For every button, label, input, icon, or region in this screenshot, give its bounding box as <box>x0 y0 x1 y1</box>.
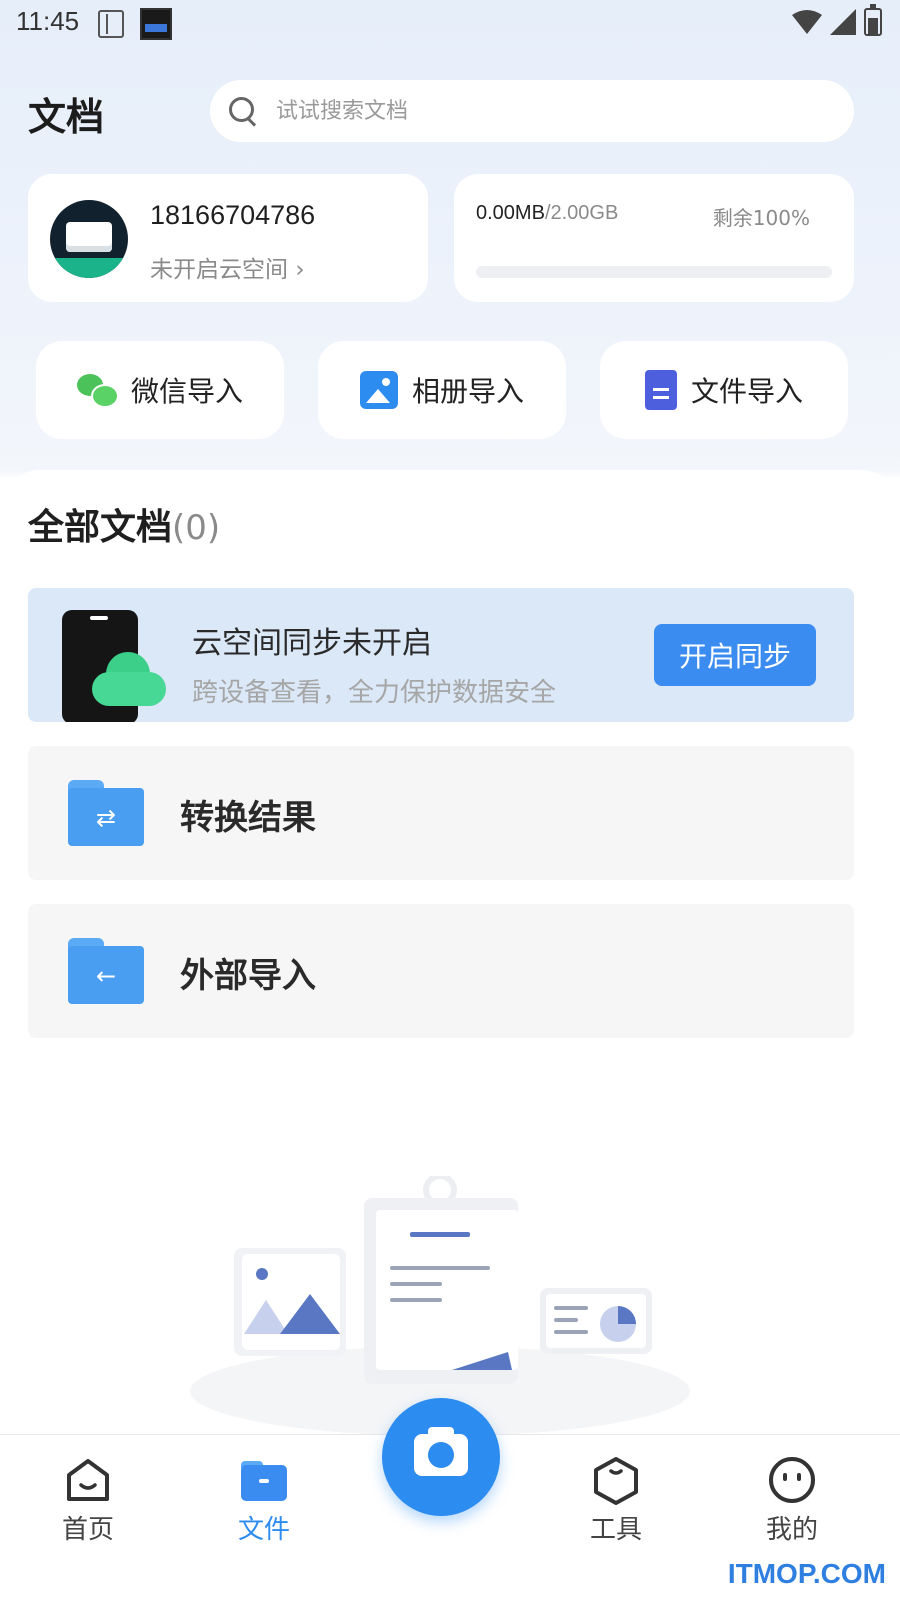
status-time: 11:45 <box>16 6 80 36</box>
import-label: 文件导入 <box>690 375 803 408</box>
home-icon <box>67 1459 109 1501</box>
sync-banner: 云空间同步未开启 跨设备查看，全力保护数据安全 开启同步 <box>28 588 854 722</box>
folder-label: 转换结果 <box>180 798 316 838</box>
cloud-space-link[interactable]: 未开启云空间 › <box>150 250 305 284</box>
search-bar[interactable] <box>210 80 854 142</box>
album-import-button[interactable]: 相册导入 <box>318 341 566 439</box>
tab-profile[interactable]: 我的 <box>732 1455 852 1546</box>
battery-icon <box>864 4 882 36</box>
storage-total: /2.00GB <box>544 202 619 224</box>
notebook-icon <box>98 10 124 38</box>
watermark: ITMOP.COM <box>727 1558 886 1589</box>
account-card[interactable]: 18166704786 未开启云空间 › <box>28 174 428 302</box>
avatar <box>50 200 128 278</box>
tab-home[interactable]: 首页 <box>28 1455 148 1546</box>
storage-remaining: 剩余100% <box>712 206 810 230</box>
app-notification-icon <box>140 8 172 40</box>
storage-progress-bar <box>476 266 832 278</box>
import-label: 微信导入 <box>130 375 243 408</box>
import-label: 相册导入 <box>411 375 524 408</box>
storage-used: 0.00MB <box>476 202 545 224</box>
chevron-right-icon: › <box>295 257 305 283</box>
cloud-status-text: 未开启云空间 <box>150 257 288 283</box>
folder-row-convert-results[interactable]: ⇄ 转换结果 <box>28 746 854 880</box>
wifi-icon <box>792 10 822 34</box>
file-icon <box>644 370 677 410</box>
album-icon <box>359 371 398 409</box>
swap-arrows-icon: ⇄ <box>95 804 117 832</box>
sync-subtitle: 跨设备查看，全力保护数据安全 <box>192 678 557 708</box>
documents-heading: 全部文档(0) <box>28 498 220 550</box>
enable-sync-button[interactable]: 开启同步 <box>654 624 816 686</box>
folder-label: 外部导入 <box>180 956 316 996</box>
wechat-import-button[interactable]: 微信导入 <box>36 341 284 439</box>
tab-label: 工具 <box>589 1515 642 1545</box>
signal-icon <box>830 9 856 35</box>
folder-row-external-import[interactable]: ← 外部导入 <box>28 904 854 1038</box>
page-title: 文档 <box>28 95 105 139</box>
tab-tools[interactable]: 工具 <box>556 1455 676 1546</box>
convert-folder-icon: ⇄ <box>68 780 144 846</box>
empty-state-illustration <box>190 1176 690 1436</box>
documents-title: 全部文档 <box>28 507 173 548</box>
status-bar: 11:45 <box>0 0 900 48</box>
profile-icon <box>769 1457 815 1503</box>
cloud-icon <box>92 652 166 706</box>
tab-label: 文件 <box>237 1515 290 1545</box>
camera-icon <box>414 1427 468 1476</box>
camera-button[interactable] <box>382 1398 500 1516</box>
tab-files[interactable]: 文件 <box>204 1455 324 1546</box>
sync-title: 云空间同步未开启 <box>192 626 432 661</box>
import-folder-icon: ← <box>68 938 144 1004</box>
search-icon <box>228 96 258 126</box>
arrow-left-icon: ← <box>95 962 117 990</box>
tab-label: 我的 <box>765 1515 818 1545</box>
status-indicators <box>792 4 882 36</box>
storage-card[interactable]: 0.00MB/2.00GB 剩余100% <box>454 174 854 302</box>
wechat-icon <box>76 370 119 410</box>
storage-usage: 0.00MB/2.00GB <box>476 202 618 225</box>
search-input[interactable] <box>276 98 816 124</box>
tools-icon <box>594 1457 638 1505</box>
folder-icon <box>241 1461 287 1501</box>
account-phone: 18166704786 <box>150 200 316 230</box>
documents-count: (0) <box>172 508 221 548</box>
file-import-button[interactable]: 文件导入 <box>600 341 848 439</box>
tab-label: 首页 <box>61 1515 114 1545</box>
